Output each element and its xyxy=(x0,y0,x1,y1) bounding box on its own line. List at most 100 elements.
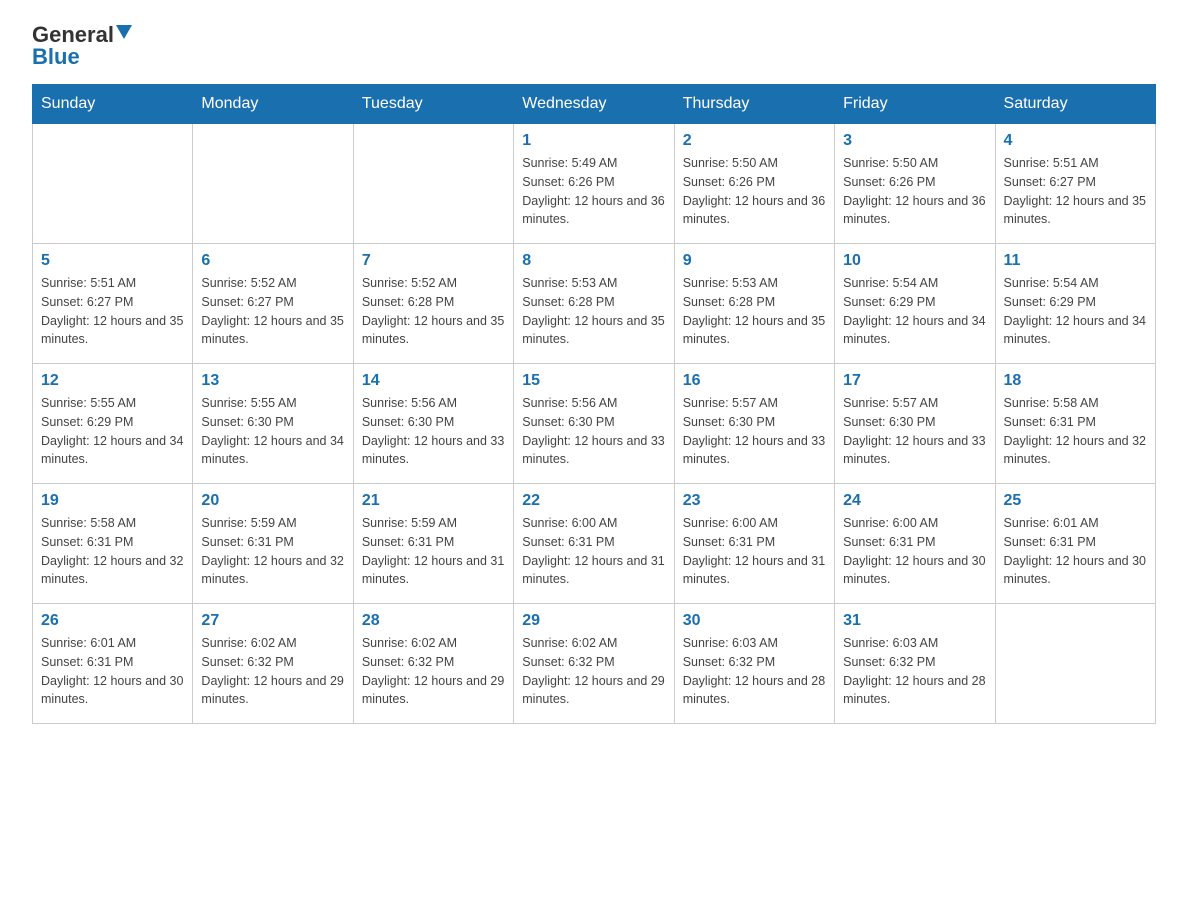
day-info: Sunrise: 6:02 AMSunset: 6:32 PMDaylight:… xyxy=(522,634,665,709)
day-info: Sunrise: 6:00 AMSunset: 6:31 PMDaylight:… xyxy=(683,514,826,589)
day-number: 14 xyxy=(362,372,505,390)
day-info: Sunrise: 5:49 AMSunset: 6:26 PMDaylight:… xyxy=(522,154,665,229)
calendar-cell: 5 Sunrise: 5:51 AMSunset: 6:27 PMDaylight… xyxy=(33,244,193,364)
day-info: Sunrise: 5:54 AMSunset: 6:29 PMDaylight:… xyxy=(1004,274,1147,349)
calendar-cell: 15Sunrise: 5:56 AMSunset: 6:30 PMDayligh… xyxy=(514,364,674,484)
day-number: 16 xyxy=(683,372,826,390)
day-number: 4 xyxy=(1004,132,1147,150)
calendar-cell xyxy=(995,604,1155,724)
day-info: Sunrise: 5:50 AMSunset: 6:26 PMDaylight:… xyxy=(683,154,826,229)
calendar-cell: 19 Sunrise: 5:58 AMSunset: 6:31 PMDayligh… xyxy=(33,484,193,604)
day-info: Sunrise: 5:53 AMSunset: 6:28 PMDaylight:… xyxy=(683,274,826,349)
weekday-header-monday: Monday xyxy=(193,85,353,124)
day-info: Sunrise: 5:53 AMSunset: 6:28 PMDaylight:… xyxy=(522,274,665,349)
calendar-cell xyxy=(193,124,353,244)
day-number: 18 xyxy=(1004,372,1147,390)
day-number: 5 xyxy=(41,252,184,270)
weekday-header-wednesday: Wednesday xyxy=(514,85,674,124)
calendar-cell: 29 Sunrise: 6:02 AMSunset: 6:32 PMDayligh… xyxy=(514,604,674,724)
calendar-cell: 17Sunrise: 5:57 AMSunset: 6:30 PMDayligh… xyxy=(835,364,995,484)
calendar-cell: 21 Sunrise: 5:59 AMSunset: 6:31 PMDayligh… xyxy=(353,484,513,604)
day-info: Sunrise: 6:00 AMSunset: 6:31 PMDaylight:… xyxy=(843,514,986,589)
day-info: Sunrise: 5:59 AMSunset: 6:31 PMDaylight:… xyxy=(362,514,505,589)
day-number: 2 xyxy=(683,132,826,150)
calendar-cell: 30 Sunrise: 6:03 AMSunset: 6:32 PMDayligh… xyxy=(674,604,834,724)
day-info: Sunrise: 6:01 AMSunset: 6:31 PMDaylight:… xyxy=(41,634,184,709)
day-number: 20 xyxy=(201,492,344,510)
calendar-cell: 4 Sunrise: 5:51 AMSunset: 6:27 PMDaylight… xyxy=(995,124,1155,244)
calendar-cell xyxy=(353,124,513,244)
day-info: Sunrise: 6:00 AMSunset: 6:31 PMDaylight:… xyxy=(522,514,665,589)
day-info: Sunrise: 6:02 AMSunset: 6:32 PMDaylight:… xyxy=(201,634,344,709)
calendar-cell: 11Sunrise: 5:54 AMSunset: 6:29 PMDayligh… xyxy=(995,244,1155,364)
calendar-cell: 27 Sunrise: 6:02 AMSunset: 6:32 PMDayligh… xyxy=(193,604,353,724)
day-info: Sunrise: 5:51 AMSunset: 6:27 PMDaylight:… xyxy=(41,274,184,349)
calendar-cell: 12Sunrise: 5:55 AMSunset: 6:29 PMDayligh… xyxy=(33,364,193,484)
calendar-cell: 24 Sunrise: 6:00 AMSunset: 6:31 PMDayligh… xyxy=(835,484,995,604)
weekday-header-thursday: Thursday xyxy=(674,85,834,124)
calendar-cell: 16 Sunrise: 5:57 AMSunset: 6:30 PMDayligh… xyxy=(674,364,834,484)
calendar-cell: 10Sunrise: 5:54 AMSunset: 6:29 PMDayligh… xyxy=(835,244,995,364)
weekday-header-friday: Friday xyxy=(835,85,995,124)
day-number: 21 xyxy=(362,492,505,510)
calendar-cell: 7 Sunrise: 5:52 AMSunset: 6:28 PMDaylight… xyxy=(353,244,513,364)
calendar-cell: 23 Sunrise: 6:00 AMSunset: 6:31 PMDayligh… xyxy=(674,484,834,604)
calendar-cell: 28 Sunrise: 6:02 AMSunset: 6:32 PMDayligh… xyxy=(353,604,513,724)
day-number: 31 xyxy=(843,612,986,630)
calendar-table: SundayMondayTuesdayWednesdayThursdayFrid… xyxy=(32,84,1156,724)
calendar-cell: 9 Sunrise: 5:53 AMSunset: 6:28 PMDaylight… xyxy=(674,244,834,364)
day-number: 30 xyxy=(683,612,826,630)
logo-triangle-icon xyxy=(116,25,132,39)
day-info: Sunrise: 6:03 AMSunset: 6:32 PMDaylight:… xyxy=(843,634,986,709)
calendar-cell: 8 Sunrise: 5:53 AMSunset: 6:28 PMDaylight… xyxy=(514,244,674,364)
day-info: Sunrise: 5:55 AMSunset: 6:29 PMDaylight:… xyxy=(41,394,184,469)
day-number: 27 xyxy=(201,612,344,630)
day-number: 13 xyxy=(201,372,344,390)
day-info: Sunrise: 5:50 AMSunset: 6:26 PMDaylight:… xyxy=(843,154,986,229)
calendar-cell: 22 Sunrise: 6:00 AMSunset: 6:31 PMDayligh… xyxy=(514,484,674,604)
day-number: 8 xyxy=(522,252,665,270)
calendar-cell: 2 Sunrise: 5:50 AMSunset: 6:26 PMDaylight… xyxy=(674,124,834,244)
day-info: Sunrise: 5:55 AMSunset: 6:30 PMDaylight:… xyxy=(201,394,344,469)
day-info: Sunrise: 5:56 AMSunset: 6:30 PMDaylight:… xyxy=(362,394,505,469)
calendar-cell: 25 Sunrise: 6:01 AMSunset: 6:31 PMDayligh… xyxy=(995,484,1155,604)
calendar-cell: 31 Sunrise: 6:03 AMSunset: 6:32 PMDayligh… xyxy=(835,604,995,724)
day-number: 6 xyxy=(201,252,344,270)
logo-text2: Blue xyxy=(32,44,80,69)
weekday-header-saturday: Saturday xyxy=(995,85,1155,124)
day-number: 7 xyxy=(362,252,505,270)
calendar-cell: 3 Sunrise: 5:50 AMSunset: 6:26 PMDaylight… xyxy=(835,124,995,244)
day-number: 3 xyxy=(843,132,986,150)
calendar-header-row: SundayMondayTuesdayWednesdayThursdayFrid… xyxy=(33,85,1156,124)
day-number: 25 xyxy=(1004,492,1147,510)
day-info: Sunrise: 5:58 AMSunset: 6:31 PMDaylight:… xyxy=(41,514,184,589)
calendar-cell: 13 Sunrise: 5:55 AMSunset: 6:30 PMDayligh… xyxy=(193,364,353,484)
calendar-cell: 18Sunrise: 5:58 AMSunset: 6:31 PMDayligh… xyxy=(995,364,1155,484)
day-number: 9 xyxy=(683,252,826,270)
day-number: 19 xyxy=(41,492,184,510)
logo-text1: General xyxy=(32,24,114,46)
day-info: Sunrise: 5:51 AMSunset: 6:27 PMDaylight:… xyxy=(1004,154,1147,229)
logo: General Blue xyxy=(32,24,132,68)
day-number: 1 xyxy=(522,132,665,150)
day-info: Sunrise: 6:02 AMSunset: 6:32 PMDaylight:… xyxy=(362,634,505,709)
calendar-cell: 20Sunrise: 5:59 AMSunset: 6:31 PMDayligh… xyxy=(193,484,353,604)
weekday-header-tuesday: Tuesday xyxy=(353,85,513,124)
day-info: Sunrise: 5:52 AMSunset: 6:27 PMDaylight:… xyxy=(201,274,344,349)
calendar-cell: 26Sunrise: 6:01 AMSunset: 6:31 PMDayligh… xyxy=(33,604,193,724)
day-info: Sunrise: 5:54 AMSunset: 6:29 PMDaylight:… xyxy=(843,274,986,349)
calendar-cell: 14 Sunrise: 5:56 AMSunset: 6:30 PMDayligh… xyxy=(353,364,513,484)
calendar-cell: 6 Sunrise: 5:52 AMSunset: 6:27 PMDaylight… xyxy=(193,244,353,364)
day-info: Sunrise: 5:52 AMSunset: 6:28 PMDaylight:… xyxy=(362,274,505,349)
day-number: 24 xyxy=(843,492,986,510)
day-number: 22 xyxy=(522,492,665,510)
calendar-cell: 1 Sunrise: 5:49 AMSunset: 6:26 PMDaylight… xyxy=(514,124,674,244)
day-number: 23 xyxy=(683,492,826,510)
page-header: General Blue xyxy=(32,24,1156,68)
day-number: 29 xyxy=(522,612,665,630)
day-info: Sunrise: 5:57 AMSunset: 6:30 PMDaylight:… xyxy=(683,394,826,469)
weekday-header-sunday: Sunday xyxy=(33,85,193,124)
day-info: Sunrise: 6:01 AMSunset: 6:31 PMDaylight:… xyxy=(1004,514,1147,589)
day-info: Sunrise: 6:03 AMSunset: 6:32 PMDaylight:… xyxy=(683,634,826,709)
day-number: 28 xyxy=(362,612,505,630)
